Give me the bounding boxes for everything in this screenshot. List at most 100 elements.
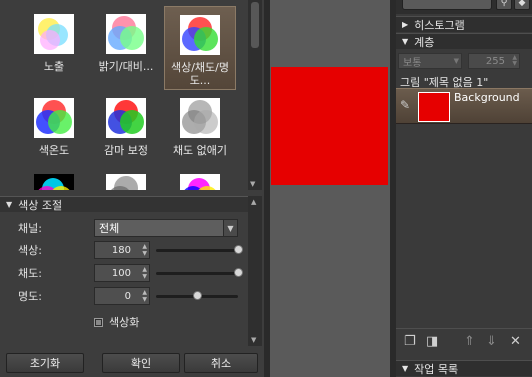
adj-hue-saturation[interactable]: 색상/채도/명도...	[164, 6, 236, 90]
layer-list-area[interactable]	[396, 124, 532, 322]
adj-label: 노출	[43, 60, 65, 73]
move-layer-down-icon[interactable]: ⇓	[486, 334, 497, 349]
channel-label: 채널:	[18, 222, 42, 235]
hue-saturation-thumbnail-icon	[180, 15, 220, 55]
adj-color-temperature[interactable]: 색온도	[18, 90, 90, 174]
layers-header[interactable]: ▼ 계층	[396, 33, 532, 49]
adj-item[interactable]	[18, 166, 90, 190]
colorize-label: 색상화	[109, 316, 140, 329]
expand-triangle-icon[interactable]: ▶	[402, 20, 408, 29]
lightness-spinbox[interactable]: 0 ▲ ▼	[94, 287, 150, 305]
colorize-checkbox[interactable]: 색상화	[94, 314, 139, 330]
collapse-triangle-icon[interactable]: ▼	[402, 37, 408, 46]
lightness-value: 0	[124, 290, 131, 302]
saturation-row: 채도: 100 ▲ ▼	[18, 264, 243, 282]
opacity-spinbox[interactable]: 255 ▲ ▼	[468, 53, 520, 69]
adj-item[interactable]	[90, 166, 162, 190]
slider-knob[interactable]	[234, 268, 243, 277]
adjustment-thumbnail-icon	[180, 174, 220, 190]
hue-saturation-scrollbar[interactable]: ▲ ▼	[248, 196, 262, 346]
duplicate-layer-icon[interactable]: ◨	[426, 334, 438, 349]
chevron-down-icon[interactable]: ▼	[223, 220, 237, 236]
hue-label: 색상:	[18, 244, 42, 257]
channel-row: 채널: 전체 ▼	[18, 219, 238, 237]
adj-label: 채도 없애기	[172, 144, 228, 157]
exposure-thumbnail-icon	[34, 14, 74, 54]
adj-label: 밝기/대비...	[98, 60, 154, 73]
adj-label: 색상/채도/명도...	[170, 61, 229, 87]
job-list-title: 작업 목록	[414, 362, 459, 376]
delete-layer-icon[interactable]: ✕	[510, 334, 521, 349]
checkbox-icon[interactable]	[94, 317, 103, 327]
adjustments-scrollbar[interactable]: ▼	[248, 0, 262, 190]
scrollbar-thumb[interactable]	[251, 2, 259, 48]
blend-mode-value: 보통	[403, 57, 422, 69]
hue-spinbox[interactable]: 180 ▲ ▼	[94, 241, 150, 259]
adjustment-thumbnail-icon	[34, 174, 74, 190]
hue-row: 색상: 180 ▲ ▼	[18, 241, 243, 259]
collapse-triangle-icon[interactable]: ▼	[402, 364, 408, 373]
layer-options-row: 보통 ▼ 255 ▲ ▼	[396, 50, 532, 72]
layer-name: Background	[454, 91, 520, 104]
spin-arrows-icon[interactable]: ▲ ▼	[142, 243, 147, 257]
scroll-down-arrow-icon[interactable]: ▼	[250, 180, 255, 188]
adjustments-panel: 노출 밝기/대비... 색상/채도/명도... 색온도 감마 보정 채도 없애기…	[0, 0, 264, 377]
histogram-header[interactable]: ▶ 히스토그램	[396, 16, 532, 32]
saturation-spinbox[interactable]: 100 ▲ ▼	[94, 264, 150, 282]
layers-title: 계층	[414, 35, 435, 49]
right-panel: ⚲ ◆ ▶ 히스토그램 ▼ 계층 보통 ▼ 255 ▲ ▼ 그림 "제목 없음 1…	[396, 0, 532, 377]
blend-mode-select[interactable]: 보통 ▼	[398, 53, 462, 69]
adj-exposure[interactable]: 노출	[18, 6, 90, 90]
layer-thumbnail	[418, 92, 450, 122]
saturation-value: 100	[111, 267, 131, 279]
gamma-thumbnail-icon	[106, 98, 146, 138]
adj-label: 감마 보정	[104, 144, 148, 157]
lightness-label: 명도:	[18, 290, 42, 303]
search-input[interactable]	[402, 0, 492, 10]
slider-knob[interactable]	[234, 245, 243, 254]
slider-knob[interactable]	[193, 291, 202, 300]
brightness-thumbnail-icon	[106, 14, 146, 54]
saturation-label: 채도:	[18, 267, 42, 280]
ok-button[interactable]: 확인	[102, 353, 180, 373]
new-layer-icon[interactable]: ❐	[404, 334, 416, 349]
adj-label: 색온도	[38, 144, 70, 157]
cancel-button[interactable]: 취소	[184, 353, 258, 373]
adj-item[interactable]	[164, 166, 236, 190]
hue-slider[interactable]	[156, 245, 243, 255]
hue-value: 180	[111, 244, 131, 256]
adjustment-thumbnail-icon	[106, 174, 146, 190]
adj-gamma[interactable]: 감마 보정	[90, 90, 162, 174]
image-canvas[interactable]	[271, 67, 388, 185]
spin-arrows-icon[interactable]: ▲ ▼	[142, 266, 147, 280]
saturation-slider[interactable]	[156, 268, 243, 278]
top-toolbar: ⚲ ◆	[396, 0, 532, 14]
histogram-title: 히스토그램	[414, 18, 465, 32]
search-icon[interactable]: ⚲	[496, 0, 512, 10]
layer-item[interactable]: ✎ Background	[396, 88, 532, 124]
hue-saturation-header[interactable]: ▼ 색상 조절	[0, 196, 248, 212]
chevron-down-icon[interactable]: ▼	[454, 57, 459, 65]
scroll-down-arrow-icon[interactable]: ▼	[251, 336, 256, 344]
adj-desaturate[interactable]: 채도 없애기	[164, 90, 236, 174]
desaturate-thumbnail-icon	[180, 98, 220, 138]
job-list-header[interactable]: ▼ 작업 목록	[396, 360, 532, 376]
reset-button[interactable]: 초기화	[6, 353, 84, 373]
paintbrush-icon: ✎	[400, 98, 411, 112]
lightness-row: 명도: 0 ▲ ▼	[18, 287, 238, 305]
layer-toolbar: ❐ ◨ ⇑ ⇓ ✕	[396, 328, 532, 354]
collapse-triangle-icon[interactable]: ▼	[6, 200, 12, 209]
lightness-slider[interactable]	[156, 291, 238, 301]
channel-value: 전체	[99, 222, 120, 235]
spin-arrows-icon[interactable]: ▲ ▼	[512, 55, 517, 67]
toolbar-button-icon[interactable]: ◆	[514, 0, 530, 10]
opacity-value: 255	[485, 55, 505, 67]
move-layer-up-icon[interactable]: ⇑	[464, 334, 475, 349]
canvas-viewport[interactable]	[270, 0, 390, 377]
spin-arrows-icon[interactable]: ▲ ▼	[142, 289, 147, 303]
section-title: 색상 조절	[18, 198, 63, 212]
channel-select[interactable]: 전체 ▼	[94, 219, 238, 237]
adj-brightness-contrast[interactable]: 밝기/대비...	[90, 6, 162, 90]
color-temperature-thumbnail-icon	[34, 98, 74, 138]
scroll-up-arrow-icon[interactable]: ▲	[251, 198, 256, 206]
